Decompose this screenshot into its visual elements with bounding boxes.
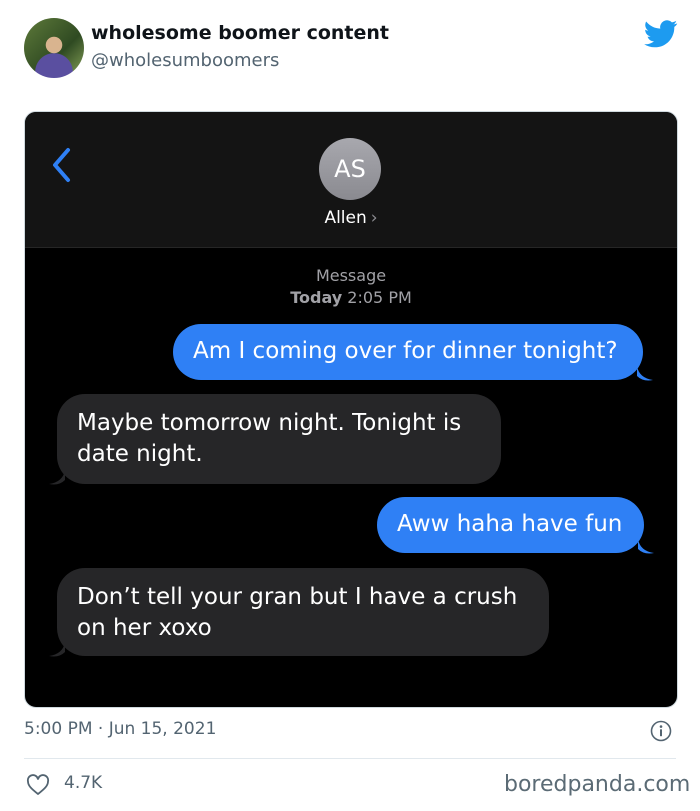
display-name[interactable]: wholesome boomer content <box>91 22 389 44</box>
message-timestamp: Today 2:05 PM <box>25 288 677 307</box>
bubble-tail <box>637 366 653 381</box>
tweet-timestamp[interactable]: 5:00 PM · Jun 15, 2021 <box>24 719 216 739</box>
sent-message-bubble[interactable]: Am I coming over for dinner tonight? <box>173 324 643 380</box>
conversation-header: AS Allen › <box>25 112 677 248</box>
bubble-tail <box>638 539 654 554</box>
received-message-bubble[interactable]: Maybe tomorrow night. Tonight is date ni… <box>57 394 501 484</box>
day-label: Today <box>290 288 343 307</box>
received-message-bubble[interactable]: Don’t tell your gran but I have a crush … <box>57 568 549 656</box>
contact-avatar[interactable]: AS <box>319 138 381 200</box>
sent-message-bubble[interactable]: Aww haha have fun <box>377 497 644 553</box>
time-label: 2:05 PM <box>347 288 412 307</box>
service-label: Message <box>315 266 387 285</box>
back-chevron-icon[interactable] <box>50 147 72 183</box>
bubble-tail <box>49 470 65 485</box>
profile-avatar[interactable] <box>24 18 84 78</box>
bubble-tail <box>49 642 65 657</box>
user-handle[interactable]: @wholesumboomers <box>91 50 279 71</box>
chevron-right-icon: › <box>370 208 378 228</box>
contact-name-label: Allen <box>324 208 367 228</box>
embedded-screenshot[interactable]: AS Allen › Message Today 2:05 PM Am I com… <box>24 111 678 708</box>
twitter-bird-icon <box>644 20 678 48</box>
watermark: boredpanda.com <box>504 772 691 797</box>
divider <box>24 758 676 759</box>
info-icon[interactable] <box>650 720 672 742</box>
contact-name[interactable]: Allen › <box>25 208 677 228</box>
heart-icon[interactable] <box>26 774 50 796</box>
like-count[interactable]: 4.7K <box>64 773 102 793</box>
